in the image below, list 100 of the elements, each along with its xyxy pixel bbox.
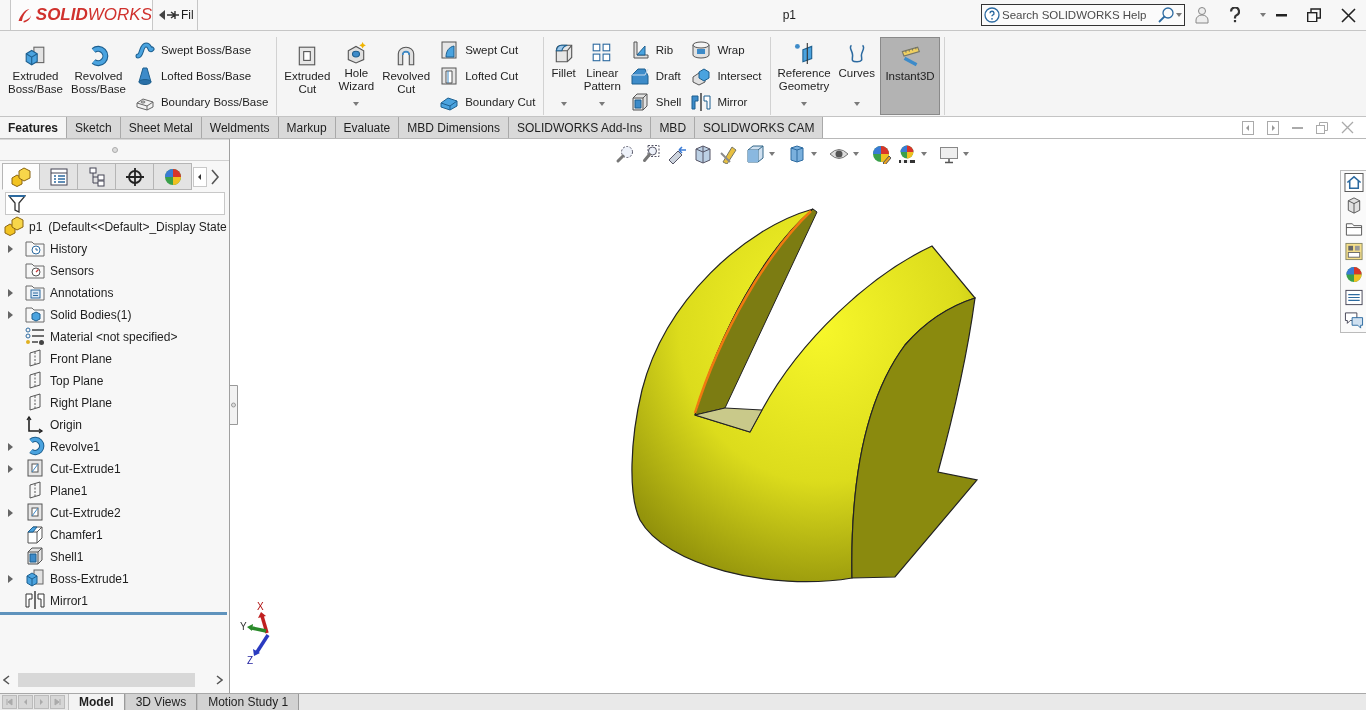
search-field[interactable]: Search SOLIDWORKS Help bbox=[981, 4, 1185, 26]
tab[interactable]: 3D Views bbox=[124, 694, 198, 710]
tree-item[interactable]: p1 (Default<<Default>_Display State bbox=[0, 216, 227, 238]
ribbon-button[interactable]: Linear Pattern bbox=[580, 37, 624, 115]
ribbon-button[interactable]: Extruded Boss/Base bbox=[5, 37, 66, 115]
left-arrow-box-icon[interactable] bbox=[1242, 120, 1254, 135]
tree-item[interactable]: Boss-Extrude1 bbox=[0, 568, 227, 590]
list-icon[interactable] bbox=[1343, 288, 1364, 307]
expand-arrow-icon[interactable] bbox=[8, 443, 13, 451]
tree-item[interactable]: Annotations bbox=[0, 282, 227, 304]
ribbon-button[interactable]: Rib bbox=[625, 37, 686, 63]
tab[interactable]: Sheet Metal bbox=[120, 117, 202, 138]
expand-arrow-icon[interactable] bbox=[8, 465, 13, 473]
left-chevron-icon[interactable] bbox=[3, 675, 10, 685]
palette-icon[interactable] bbox=[1343, 242, 1364, 261]
ribbon-button[interactable]: Draft bbox=[625, 63, 686, 89]
ribbon-button[interactable]: Mirror bbox=[687, 89, 766, 115]
zoom-area-icon[interactable] bbox=[641, 144, 661, 164]
ribbon-button[interactable]: Fillet bbox=[548, 37, 579, 115]
tree-item[interactable]: Chamfer1 bbox=[0, 524, 227, 546]
tree-item[interactable]: Plane1 bbox=[0, 480, 227, 502]
box-icon[interactable] bbox=[787, 144, 807, 164]
caret-icon[interactable] bbox=[963, 152, 969, 156]
home-icon[interactable] bbox=[1343, 173, 1364, 192]
ribbon-button[interactable]: Boundary Cut bbox=[435, 89, 540, 115]
ribbon-button[interactable]: Instant3D bbox=[880, 37, 940, 115]
search-icon[interactable] bbox=[1158, 7, 1174, 23]
right-chevron-icon[interactable] bbox=[210, 167, 220, 186]
expand-arrow-icon[interactable] bbox=[8, 289, 13, 297]
expand-arrow-icon[interactable] bbox=[8, 575, 13, 583]
tree-item[interactable]: Right Plane bbox=[0, 392, 227, 414]
tab[interactable]: Weldments bbox=[201, 117, 279, 138]
tab[interactable]: SOLIDWORKS CAM bbox=[695, 117, 824, 138]
tree-item[interactable]: Cut-Extrude2 bbox=[0, 502, 227, 524]
left-arrow-box-icon[interactable] bbox=[193, 166, 207, 187]
ribbon-button[interactable]: Lofted Boss/Base bbox=[130, 63, 273, 89]
ribbon-button[interactable]: Hole Wizard bbox=[335, 37, 378, 115]
tab[interactable]: MBD bbox=[651, 117, 696, 138]
expand-arrow-icon[interactable] bbox=[8, 245, 13, 253]
tree-item[interactable]: Top Plane bbox=[0, 370, 227, 392]
tab[interactable]: Markup bbox=[278, 117, 336, 138]
caret-icon[interactable] bbox=[769, 152, 775, 156]
ribbon-button[interactable]: Revolved Boss/Base bbox=[67, 37, 129, 115]
search-input[interactable]: Search SOLIDWORKS Help bbox=[1002, 9, 1156, 21]
tab[interactable]: MBD Dimensions bbox=[399, 117, 509, 138]
ribbon-button[interactable]: Wrap bbox=[687, 37, 766, 63]
color-ball-icon[interactable] bbox=[1343, 265, 1364, 284]
minimize-icon[interactable] bbox=[1276, 13, 1287, 17]
tree-item[interactable]: Origin bbox=[0, 414, 227, 436]
caret-icon[interactable] bbox=[1260, 13, 1266, 17]
wand-arrow-icon[interactable] bbox=[667, 144, 687, 164]
tab[interactable]: Evaluate bbox=[335, 117, 400, 138]
tab[interactable]: SOLIDWORKS Add-Ins bbox=[509, 117, 652, 138]
help-icon[interactable] bbox=[1229, 7, 1240, 23]
filter-field[interactable] bbox=[5, 192, 225, 215]
caret-icon[interactable] bbox=[921, 152, 927, 156]
panel-tab[interactable] bbox=[116, 163, 154, 190]
ball-scene-icon[interactable] bbox=[897, 144, 917, 164]
tree-item[interactable]: Solid Bodies(1) bbox=[0, 304, 227, 326]
ribbon-button[interactable]: Revolved Cut bbox=[379, 37, 434, 115]
ribbon-button[interactable]: Swept Cut bbox=[435, 37, 540, 63]
ribbon-button[interactable]: Curves bbox=[835, 37, 878, 115]
close-icon[interactable] bbox=[1341, 7, 1356, 23]
tree-item[interactable]: Mirror1 bbox=[0, 590, 227, 612]
ribbon-button[interactable]: Swept Boss/Base bbox=[130, 37, 273, 63]
caret-icon[interactable] bbox=[1176, 13, 1182, 17]
expand-arrow-icon[interactable] bbox=[8, 509, 13, 517]
ribbon-button[interactable]: Lofted Cut bbox=[435, 63, 540, 89]
arrow-bar-icon[interactable] bbox=[167, 10, 179, 20]
tree-item[interactable]: Sensors bbox=[0, 260, 227, 282]
split-cube-icon[interactable] bbox=[693, 144, 713, 164]
expand-arrow-icon[interactable] bbox=[8, 311, 13, 319]
tree-item[interactable]: History bbox=[0, 238, 227, 260]
ribbon-button[interactable]: Boundary Boss/Base bbox=[130, 89, 273, 115]
tree-item[interactable]: Cut-Extrude1 bbox=[0, 458, 227, 480]
tree-item[interactable]: Revolve1 bbox=[0, 436, 227, 458]
ball-pencil-icon[interactable] bbox=[871, 144, 891, 164]
caret-icon[interactable] bbox=[811, 152, 817, 156]
restore-icon[interactable] bbox=[1307, 8, 1321, 22]
scrollbar-thumb[interactable] bbox=[18, 673, 195, 687]
ribbon-button[interactable]: Reference Geometry bbox=[774, 37, 834, 115]
tab[interactable]: Sketch bbox=[67, 117, 121, 138]
tab[interactable]: Features bbox=[0, 117, 68, 138]
ribbon-button[interactable]: Extruded Cut bbox=[281, 37, 334, 115]
grip-icon[interactable] bbox=[111, 147, 118, 153]
cube-icon[interactable] bbox=[745, 144, 765, 164]
tree-item[interactable]: Front Plane bbox=[0, 348, 227, 370]
ribbon-button[interactable]: Intersect bbox=[687, 63, 766, 89]
user-icon[interactable] bbox=[1195, 6, 1209, 24]
ribbon-button[interactable]: Shell bbox=[625, 89, 686, 115]
tree-item[interactable]: Shell1 bbox=[0, 546, 227, 568]
tab[interactable]: Model bbox=[68, 694, 125, 710]
panel-toggle-handle[interactable] bbox=[230, 385, 238, 425]
right-chevron-icon[interactable] bbox=[216, 675, 223, 685]
pencil-icon[interactable] bbox=[719, 144, 739, 164]
right-arrow-box-icon[interactable] bbox=[1267, 120, 1279, 135]
speech-bubbles-icon[interactable] bbox=[1343, 311, 1364, 330]
monitor-icon[interactable] bbox=[939, 144, 959, 164]
menu-item[interactable]: Fil bbox=[181, 8, 194, 22]
tree-item[interactable]: Material <not specified> bbox=[0, 326, 227, 348]
